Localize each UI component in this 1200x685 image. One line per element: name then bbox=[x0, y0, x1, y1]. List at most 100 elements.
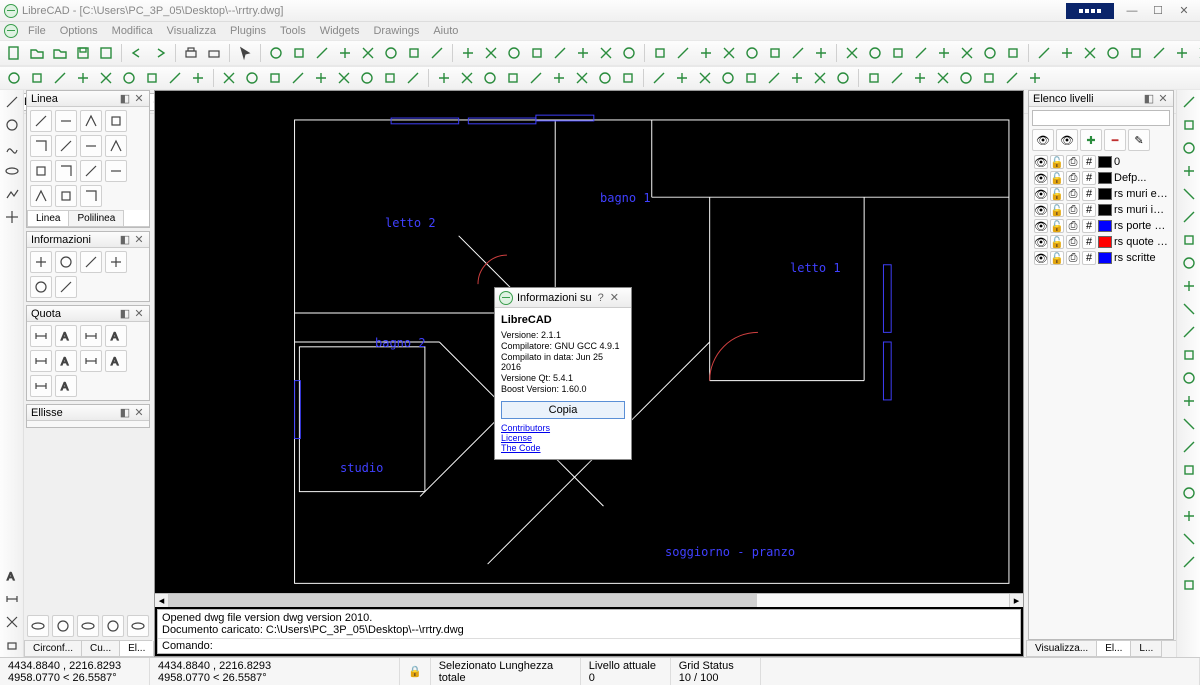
panel-float-icon[interactable]: ◧ bbox=[119, 308, 131, 320]
layer-print-icon[interactable]: ⎙ bbox=[1066, 219, 1080, 233]
modify-tool-icon[interactable] bbox=[1179, 506, 1199, 526]
draw-tool-icon[interactable] bbox=[618, 68, 638, 88]
dialog-link-contributors[interactable]: Contributors bbox=[501, 423, 625, 433]
snap-tool-icon[interactable] bbox=[865, 43, 885, 63]
modify-tool-icon[interactable] bbox=[1179, 460, 1199, 480]
btab-cu[interactable]: Cu... bbox=[81, 641, 120, 657]
layer-visibility-icon[interactable]: 👁 bbox=[1034, 187, 1048, 201]
layer-color-swatch[interactable] bbox=[1098, 236, 1112, 248]
close-button[interactable]: ✕ bbox=[1172, 3, 1196, 19]
draw-tool-icon[interactable] bbox=[165, 68, 185, 88]
snap-tool-icon[interactable] bbox=[696, 43, 716, 63]
tool-icon[interactable]: A bbox=[105, 350, 127, 372]
draw-tool-icon[interactable] bbox=[933, 68, 953, 88]
layer-lock-icon[interactable]: 🔓 bbox=[1050, 155, 1064, 169]
layer-bw-icon[interactable]: # bbox=[1082, 155, 1096, 169]
printpreview-icon[interactable] bbox=[204, 43, 224, 63]
circle-tool-icon[interactable] bbox=[2, 115, 22, 135]
draw-tool-icon[interactable] bbox=[119, 68, 139, 88]
draw-tool-icon[interactable] bbox=[73, 68, 93, 88]
snap-tool-icon[interactable] bbox=[266, 43, 286, 63]
btab-el[interactable]: El... bbox=[119, 641, 154, 657]
layer-bw-icon[interactable]: # bbox=[1082, 251, 1096, 265]
tab-polilinea[interactable]: Polilinea bbox=[68, 210, 124, 226]
snap-tool-icon[interactable] bbox=[742, 43, 762, 63]
menu-aiuto[interactable]: Aiuto bbox=[429, 24, 462, 38]
layer-visibility-icon[interactable]: 👁 bbox=[1034, 171, 1048, 185]
tool-icon[interactable] bbox=[80, 135, 102, 157]
modify-tool-icon[interactable] bbox=[1179, 345, 1199, 365]
snap-tool-icon[interactable] bbox=[888, 43, 908, 63]
snap-tool-icon[interactable] bbox=[1172, 43, 1192, 63]
layer-bw-icon[interactable]: # bbox=[1082, 187, 1096, 201]
draw-tool-icon[interactable] bbox=[526, 68, 546, 88]
draw-tool-icon[interactable] bbox=[956, 68, 976, 88]
modify-tool-icon[interactable] bbox=[1179, 552, 1199, 572]
crosshair-tool-icon[interactable] bbox=[2, 207, 22, 227]
draw-tool-icon[interactable] bbox=[864, 68, 884, 88]
snap-tool-icon[interactable] bbox=[1003, 43, 1023, 63]
tool-icon[interactable] bbox=[105, 251, 127, 273]
menu-widgets[interactable]: Widgets bbox=[316, 24, 364, 38]
rtab-l[interactable]: L... bbox=[1130, 641, 1162, 657]
modify-tool-icon[interactable] bbox=[1179, 322, 1199, 342]
draw-tool-icon[interactable] bbox=[219, 68, 239, 88]
minimize-button[interactable]: — bbox=[1120, 3, 1144, 19]
snap-tool-icon[interactable] bbox=[1149, 43, 1169, 63]
tool-icon[interactable] bbox=[30, 350, 52, 372]
draw-tool-icon[interactable] bbox=[480, 68, 500, 88]
layer-add-icon[interactable]: ✚ bbox=[1080, 129, 1102, 151]
modify-tool-icon[interactable] bbox=[1179, 437, 1199, 457]
modify-tool-icon[interactable] bbox=[1179, 575, 1199, 595]
draw-tool-icon[interactable] bbox=[4, 68, 24, 88]
tool-icon[interactable] bbox=[30, 251, 52, 273]
layer-print-icon[interactable]: ⎙ bbox=[1066, 155, 1080, 169]
dialog-help-icon[interactable]: ? bbox=[598, 292, 604, 304]
layer-print-icon[interactable]: ⎙ bbox=[1066, 171, 1080, 185]
tool-icon[interactable] bbox=[105, 160, 127, 182]
layer-visibility-icon[interactable]: 👁 bbox=[1034, 251, 1048, 265]
print-icon[interactable] bbox=[181, 43, 201, 63]
tab-linea[interactable]: Linea bbox=[27, 210, 69, 226]
maximize-button[interactable]: ☐ bbox=[1146, 3, 1170, 19]
layer-print-icon[interactable]: ⎙ bbox=[1066, 235, 1080, 249]
open-icon[interactable] bbox=[27, 43, 47, 63]
modify-tool-icon[interactable] bbox=[1179, 161, 1199, 181]
tool-icon[interactable] bbox=[80, 251, 102, 273]
modify-tool-icon[interactable] bbox=[1179, 276, 1199, 296]
snap-tool-icon[interactable] bbox=[504, 43, 524, 63]
snap-tool-icon[interactable] bbox=[312, 43, 332, 63]
layer-remove-icon[interactable]: ━ bbox=[1104, 129, 1126, 151]
snap-tool-icon[interactable] bbox=[911, 43, 931, 63]
redo-icon[interactable] bbox=[150, 43, 170, 63]
draw-tool-icon[interactable] bbox=[910, 68, 930, 88]
layer-color-swatch[interactable] bbox=[1098, 204, 1112, 216]
layer-print-icon[interactable]: ⎙ bbox=[1066, 251, 1080, 265]
snap-tool-icon[interactable] bbox=[1034, 43, 1054, 63]
layer-lock-icon[interactable]: 🔓 bbox=[1050, 235, 1064, 249]
snap-tool-icon[interactable] bbox=[358, 43, 378, 63]
draw-tool-icon[interactable] bbox=[1002, 68, 1022, 88]
layer-bw-icon[interactable]: # bbox=[1082, 171, 1096, 185]
modify-tool-icon[interactable] bbox=[1179, 92, 1199, 112]
snap-tool-icon[interactable] bbox=[719, 43, 739, 63]
horizontal-scrollbar[interactable]: ◂ ▸ bbox=[155, 593, 1023, 607]
open2-icon[interactable] bbox=[50, 43, 70, 63]
tool-icon[interactable]: A bbox=[105, 325, 127, 347]
rtab-visualizza[interactable]: Visualizza... bbox=[1026, 641, 1097, 657]
draw-tool-icon[interactable] bbox=[242, 68, 262, 88]
tool-icon[interactable]: A bbox=[55, 375, 77, 397]
tool-icon[interactable] bbox=[52, 615, 74, 637]
draw-tool-icon[interactable] bbox=[265, 68, 285, 88]
dim-tool-icon[interactable] bbox=[2, 589, 22, 609]
draw-tool-icon[interactable] bbox=[403, 68, 423, 88]
draw-tool-icon[interactable] bbox=[1025, 68, 1045, 88]
snap-tool-icon[interactable] bbox=[335, 43, 355, 63]
draw-tool-icon[interactable] bbox=[457, 68, 477, 88]
layer-color-swatch[interactable] bbox=[1098, 172, 1112, 184]
snap-tool-icon[interactable] bbox=[934, 43, 954, 63]
modify-tool-icon[interactable] bbox=[1179, 253, 1199, 273]
snap-tool-icon[interactable] bbox=[811, 43, 831, 63]
cursor-icon[interactable] bbox=[235, 43, 255, 63]
draw-tool-icon[interactable] bbox=[334, 68, 354, 88]
